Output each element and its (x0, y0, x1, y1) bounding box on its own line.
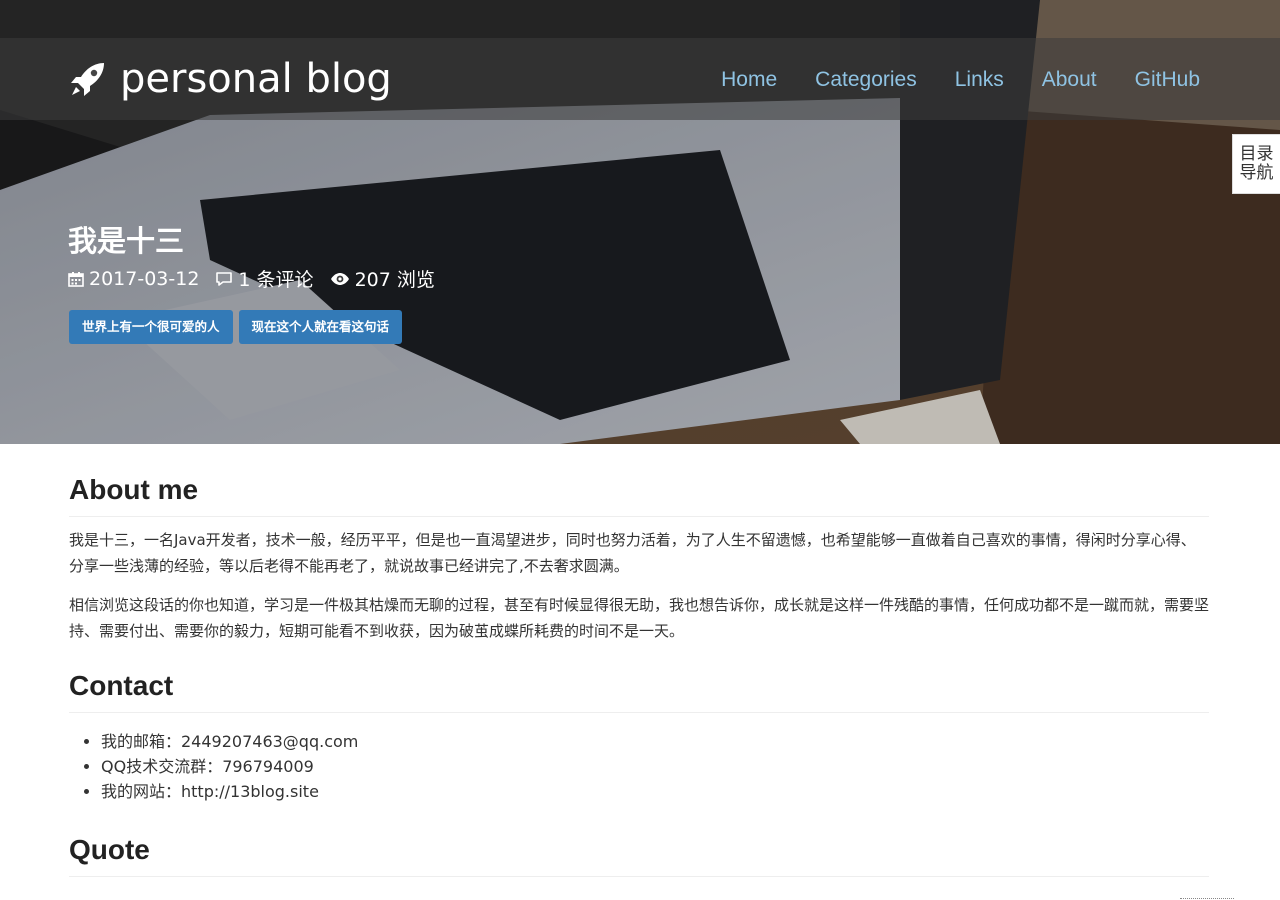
tag-button[interactable]: 现在这个人就在看这句话 (238, 310, 403, 344)
contact-website: 我的网站：http://13blog.site (101, 779, 1209, 804)
rocket-icon (71, 63, 104, 96)
main-nav: Home Categories Links About GitHub (721, 68, 1200, 92)
heading-contact: Contact (69, 670, 1209, 713)
comment-count: 1 条评论 (238, 269, 314, 291)
heading-quote: Quote (69, 834, 1209, 877)
contact-list: 我的邮箱：2449207463@qq.com QQ技术交流群：796794009… (69, 729, 1209, 804)
comment-icon (216, 271, 233, 286)
tag-button[interactable]: 世界上有一个很可爱的人 (69, 310, 233, 344)
toc-label-line2: 导航 (1239, 163, 1274, 183)
nav-links[interactable]: Links (955, 68, 1004, 92)
post-date: 2017-03-12 (89, 267, 200, 290)
about-paragraph: 相信浏览这段话的你也知道，学习是一件极其枯燥而无聊的过程，甚至有时候显得很无助，… (69, 596, 1210, 640)
heading-about: About me (69, 474, 1209, 517)
top-navbar: personal blog Home Categories Links Abou… (0, 38, 1280, 120)
nav-categories[interactable]: Categories (815, 68, 917, 92)
toc-label-line1: 目录 (1239, 144, 1274, 164)
post-content: About me 我是十三，一名Java开发者，技术一般，经历平平，但是也一直渴… (69, 444, 1209, 877)
post-tags: 世界上有一个很可爱的人 现在这个人就在看这句话 (69, 310, 403, 344)
contact-qq-group: QQ技术交流群：796794009 (101, 754, 1209, 779)
toc-nav-button[interactable]: 目录 导航 (1232, 134, 1280, 194)
meta-views: 207 浏览 (330, 265, 435, 292)
divider (1180, 898, 1234, 899)
nav-about[interactable]: About (1042, 68, 1097, 92)
meta-comments[interactable]: 1 条评论 (215, 265, 314, 292)
about-paragraph: 我是十三，一名Java开发者，技术一般，经历平平，但是也一直渴望进步，同时也努力… (69, 531, 1196, 575)
nav-github[interactable]: GitHub (1135, 68, 1200, 92)
view-count: 207 浏览 (354, 269, 435, 291)
hero-banner: personal blog Home Categories Links Abou… (0, 0, 1280, 444)
nav-home[interactable]: Home (721, 68, 777, 92)
meta-date: 2017-03-12 (68, 268, 199, 290)
post-title: 我是十三 (68, 224, 185, 258)
brand-link[interactable]: personal blog (68, 56, 392, 102)
brand-title: personal blog (120, 56, 392, 102)
calendar-icon (68, 271, 84, 287)
contact-email: 我的邮箱：2449207463@qq.com (101, 729, 1209, 754)
post-meta: 2017-03-12 1 条评论 207 浏览 (68, 265, 451, 292)
eye-icon (330, 272, 349, 285)
